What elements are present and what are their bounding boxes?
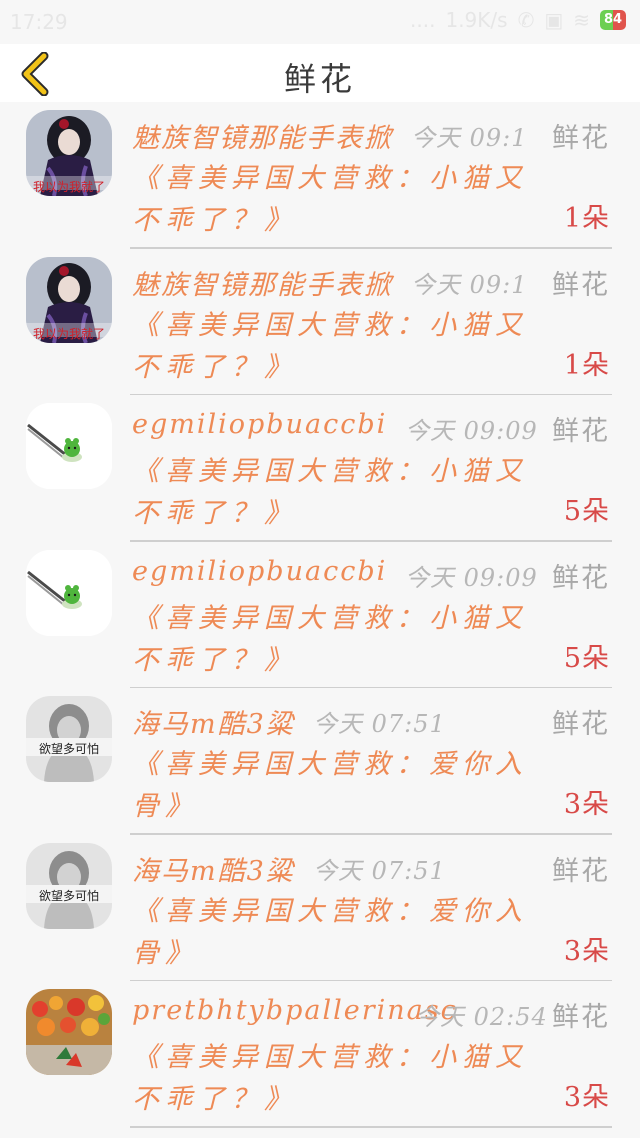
wifi-icon: ≋ bbox=[573, 8, 590, 32]
sender-name[interactable]: egmiliopbuaccbi bbox=[132, 409, 387, 440]
list-item[interactable]: pretbhtybpallerinasc 今天 02:54 鲜花 《喜美异国大营… bbox=[0, 981, 640, 1128]
page-title: 鲜花 bbox=[283, 60, 356, 98]
list-item[interactable]: 我以为我就了 魅族智镜那能手表掀 今天 09:1 鲜花 《喜美异国大营救：小猫又… bbox=[0, 249, 640, 395]
signal-icon: .... bbox=[410, 8, 436, 32]
book-title[interactable]: 《喜美异国大营救：小猫又不乖了？》 bbox=[132, 158, 532, 242]
avatar-caption: 我以为我就了 bbox=[32, 326, 105, 341]
flower-list: 我以为我就了 魅族智镜那能手表掀 今天 09:1 鲜花 《喜美异国大营救：小猫又… bbox=[0, 102, 640, 1128]
flower-count: 3朵 bbox=[563, 1082, 610, 1113]
flower-count: 3朵 bbox=[563, 789, 610, 820]
sim-icon: ▣ bbox=[544, 8, 564, 32]
list-item[interactable]: egmiliopbuaccbi 今天 09:09 鲜花 《喜美异国大营救：小猫又… bbox=[0, 395, 640, 542]
gift-type: 鲜花 bbox=[552, 562, 610, 594]
book-title[interactable]: 《喜美异国大营救：小猫又不乖了？》 bbox=[132, 1037, 532, 1121]
network-speed: 1.9K/s bbox=[445, 8, 508, 32]
status-time: 17:29 bbox=[10, 10, 68, 34]
avatar-caption: 我以为我就了 bbox=[32, 180, 105, 194]
book-title[interactable]: 《喜美异国大营救：小猫又不乖了？》 bbox=[132, 598, 532, 682]
gift-type: 鲜花 bbox=[552, 123, 610, 154]
avatar[interactable] bbox=[26, 549, 112, 636]
sender-name[interactable]: egmiliopbuaccbi bbox=[132, 556, 387, 587]
list-item[interactable]: 我以为我就了 魅族智镜那能手表掀 今天 09:1 鲜花 《喜美异国大营救：小猫又… bbox=[0, 102, 640, 249]
list-item[interactable]: egmiliopbuaccbi 今天 09:09 鲜花 《喜美异国大营救：小猫又… bbox=[0, 542, 640, 688]
avatar-caption: 欲望多可怕 bbox=[38, 888, 99, 903]
sent-time: 今天 09:09 bbox=[405, 563, 538, 592]
status-bar: 17:29 .... 1.9K/s ✆ ▣ ≋ 84 bbox=[0, 0, 640, 44]
book-title[interactable]: 《喜美异国大营救：小猫又不乖了？》 bbox=[132, 451, 532, 535]
avatar[interactable]: 欲望多可怕 bbox=[26, 696, 112, 782]
nav-bar: 鲜花 bbox=[0, 44, 640, 102]
sent-time: 今天 07:51 bbox=[313, 856, 446, 885]
avatar[interactable]: 欲望多可怕 bbox=[26, 842, 112, 929]
avatar[interactable] bbox=[26, 989, 112, 1075]
gift-type: 鲜花 bbox=[552, 855, 610, 887]
sender-name[interactable]: 海马m酷3粱 bbox=[132, 849, 295, 888]
battery-icon: 84 bbox=[600, 10, 626, 30]
sent-time: 今天 09:1 bbox=[411, 124, 528, 152]
sent-time: 今天 02:54 bbox=[415, 1003, 548, 1031]
sent-time: 今天 07:51 bbox=[313, 710, 446, 738]
gift-type: 鲜花 bbox=[552, 1002, 610, 1033]
gift-type: 鲜花 bbox=[552, 269, 610, 301]
sender-name[interactable]: 海马m酷3粱 bbox=[132, 702, 295, 741]
flower-count: 5朵 bbox=[563, 642, 610, 674]
divider bbox=[130, 1126, 612, 1128]
flower-count: 1朵 bbox=[563, 203, 610, 234]
avatar[interactable]: 我以为我就了 bbox=[26, 256, 112, 343]
sender-name[interactable]: pretbhtybpallerinasc bbox=[132, 995, 458, 1026]
flower-count: 5朵 bbox=[563, 496, 610, 527]
avatar[interactable]: 我以为我就了 bbox=[26, 110, 112, 196]
sender-name[interactable]: 魅族智镜那能手表掀 bbox=[132, 263, 393, 302]
book-title[interactable]: 《喜美异国大营救：小猫又不乖了？》 bbox=[132, 305, 532, 389]
gift-type: 鲜花 bbox=[552, 709, 610, 740]
status-icons: .... 1.9K/s ✆ ▣ ≋ 84 bbox=[410, 8, 626, 32]
list-item[interactable]: 欲望多可怕 海马m酷3粱 今天 07:51 鲜花 《喜美异国大营救：爱你入骨》 … bbox=[0, 835, 640, 981]
book-title[interactable]: 《喜美异国大营救：爱你入骨》 bbox=[132, 744, 532, 828]
flower-count: 3朵 bbox=[563, 935, 610, 967]
sender-name[interactable]: 魅族智镜那能手表掀 bbox=[132, 116, 393, 155]
book-title[interactable]: 《喜美异国大营救：爱你入骨》 bbox=[132, 891, 532, 975]
sent-time: 今天 09:09 bbox=[405, 417, 538, 445]
avatar[interactable] bbox=[26, 403, 112, 489]
flower-count: 1朵 bbox=[563, 349, 610, 381]
list-item[interactable]: 欲望多可怕 海马m酷3粱 今天 07:51 鲜花 《喜美异国大营救：爱你入骨》 … bbox=[0, 688, 640, 835]
sent-time: 今天 09:1 bbox=[411, 270, 528, 299]
avatar-caption: 欲望多可怕 bbox=[38, 742, 99, 756]
gift-type: 鲜花 bbox=[552, 416, 610, 447]
phone-icon: ✆ bbox=[517, 8, 535, 32]
